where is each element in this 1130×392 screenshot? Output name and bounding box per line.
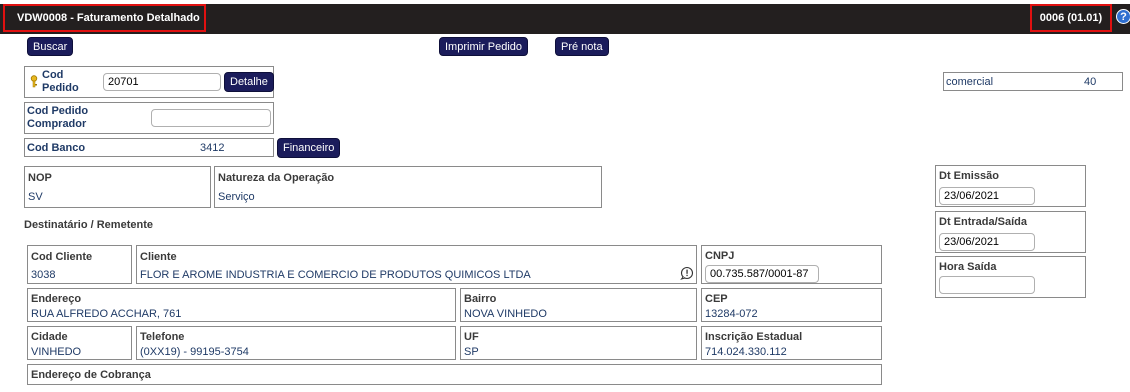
cep-label: CEP [705,293,728,305]
cod-banco-label: Cod Banco [27,142,86,154]
bairro-box: Bairro NOVA VINHEDO [460,288,697,322]
natureza-box: Natureza da Operação Serviço [214,166,602,208]
comercial-box: comercial 40 [943,72,1123,91]
key-icon [30,75,38,88]
cod-cliente-box: Cod Cliente 3038 [27,245,132,284]
dt-entrada-box: Dt Entrada/Saída 23/06/2021 [935,211,1086,253]
version-label: 0006 (01.01) [1030,4,1112,32]
help-icon[interactable]: ? [1116,9,1130,24]
cnpj-input[interactable]: 00.735.587/0001-87 [705,265,819,283]
cnpj-box: CNPJ 00.735.587/0001-87 [701,245,882,284]
telefone-label: Telefone [140,331,185,343]
natureza-value: Serviço [218,191,255,203]
nop-value: SV [28,191,43,203]
cod-pedido-comprador-input[interactable] [151,109,271,127]
cod-banco-box: Cod Banco 3412 [24,138,274,157]
destinatario-title: Destinatário / Remetente [24,219,153,231]
dt-entrada-input[interactable]: 23/06/2021 [939,233,1035,251]
telefone-box: Telefone (0XX19) - 99195-3754 [136,326,456,360]
endereco-value: RUA ALFREDO ACCHAR, 761 [31,308,182,320]
dt-emissao-label: Dt Emissão [939,170,999,182]
uf-box: UF SP [460,326,697,360]
endereco-cobranca-box: Endereço de Cobrança [27,364,882,385]
bairro-value: NOVA VINHEDO [464,308,547,320]
cidade-value: VINHEDO [31,346,82,358]
cod-pedido-box: Cod Pedido 20701 Detalhe [24,66,274,98]
endereco-box: Endereço RUA ALFREDO ACCHAR, 761 [27,288,456,322]
inscricao-estadual-value: 714.024.330.112 [705,346,787,358]
uf-label: UF [464,331,479,343]
detalhe-button[interactable]: Detalhe [224,72,274,92]
endereco-cobranca-label: Endereço de Cobrança [31,369,151,381]
hora-saida-box: Hora Saída [935,256,1086,298]
inscricao-estadual-box: Inscrição Estadual 714.024.330.112 [701,326,882,360]
cod-cliente-value: 3038 [31,269,56,281]
speech-bubble-icon[interactable] [680,266,694,280]
financeiro-button[interactable]: Financeiro [277,138,341,158]
comercial-label: comercial [946,76,994,88]
hora-saida-label: Hora Saída [939,261,997,273]
hora-saida-input[interactable] [939,276,1035,294]
buscar-button[interactable]: Buscar [27,37,74,56]
page-title: VDW0008 - Faturamento Detalhado [3,4,206,32]
imprimir-pedido-button[interactable]: Imprimir Pedido [439,37,529,56]
pre-nota-button[interactable]: Pré nota [555,37,609,56]
bairro-label: Bairro [464,293,497,305]
cep-value: 13284-072 [705,308,758,320]
cod-pedido-comprador-label: Cod Pedido Comprador [27,105,89,130]
cliente-label: Cliente [140,251,177,263]
comercial-value: 40 [1084,76,1097,88]
dt-entrada-label: Dt Entrada/Saída [939,216,1028,228]
cliente-value: FLOR E AROME INDUSTRIA E COMERCIO DE PRO… [140,269,531,281]
nop-box: NOP SV [24,166,211,208]
cod-banco-value: 3412 [200,142,225,154]
telefone-value: (0XX19) - 99195-3754 [140,346,249,358]
cliente-box: Cliente FLOR E AROME INDUSTRIA E COMERCI… [136,245,697,284]
nop-label: NOP [28,172,52,184]
cod-pedido-comprador-box: Cod Pedido Comprador [24,102,274,134]
uf-value: SP [464,346,479,358]
cidade-label: Cidade [31,331,68,343]
cep-box: CEP 13284-072 [701,288,882,322]
cod-pedido-input[interactable]: 20701 [103,73,221,91]
cod-pedido-label: Cod Pedido [42,69,79,94]
natureza-label: Natureza da Operação [218,172,335,184]
dt-emissao-input[interactable]: 23/06/2021 [939,187,1035,205]
dt-emissao-box: Dt Emissão 23/06/2021 [935,165,1086,207]
cnpj-label: CNPJ [705,250,735,262]
cod-cliente-label: Cod Cliente [31,251,93,263]
cidade-box: Cidade VINHEDO [27,326,132,360]
endereco-label: Endereço [31,293,82,305]
inscricao-estadual-label: Inscrição Estadual [705,331,803,343]
